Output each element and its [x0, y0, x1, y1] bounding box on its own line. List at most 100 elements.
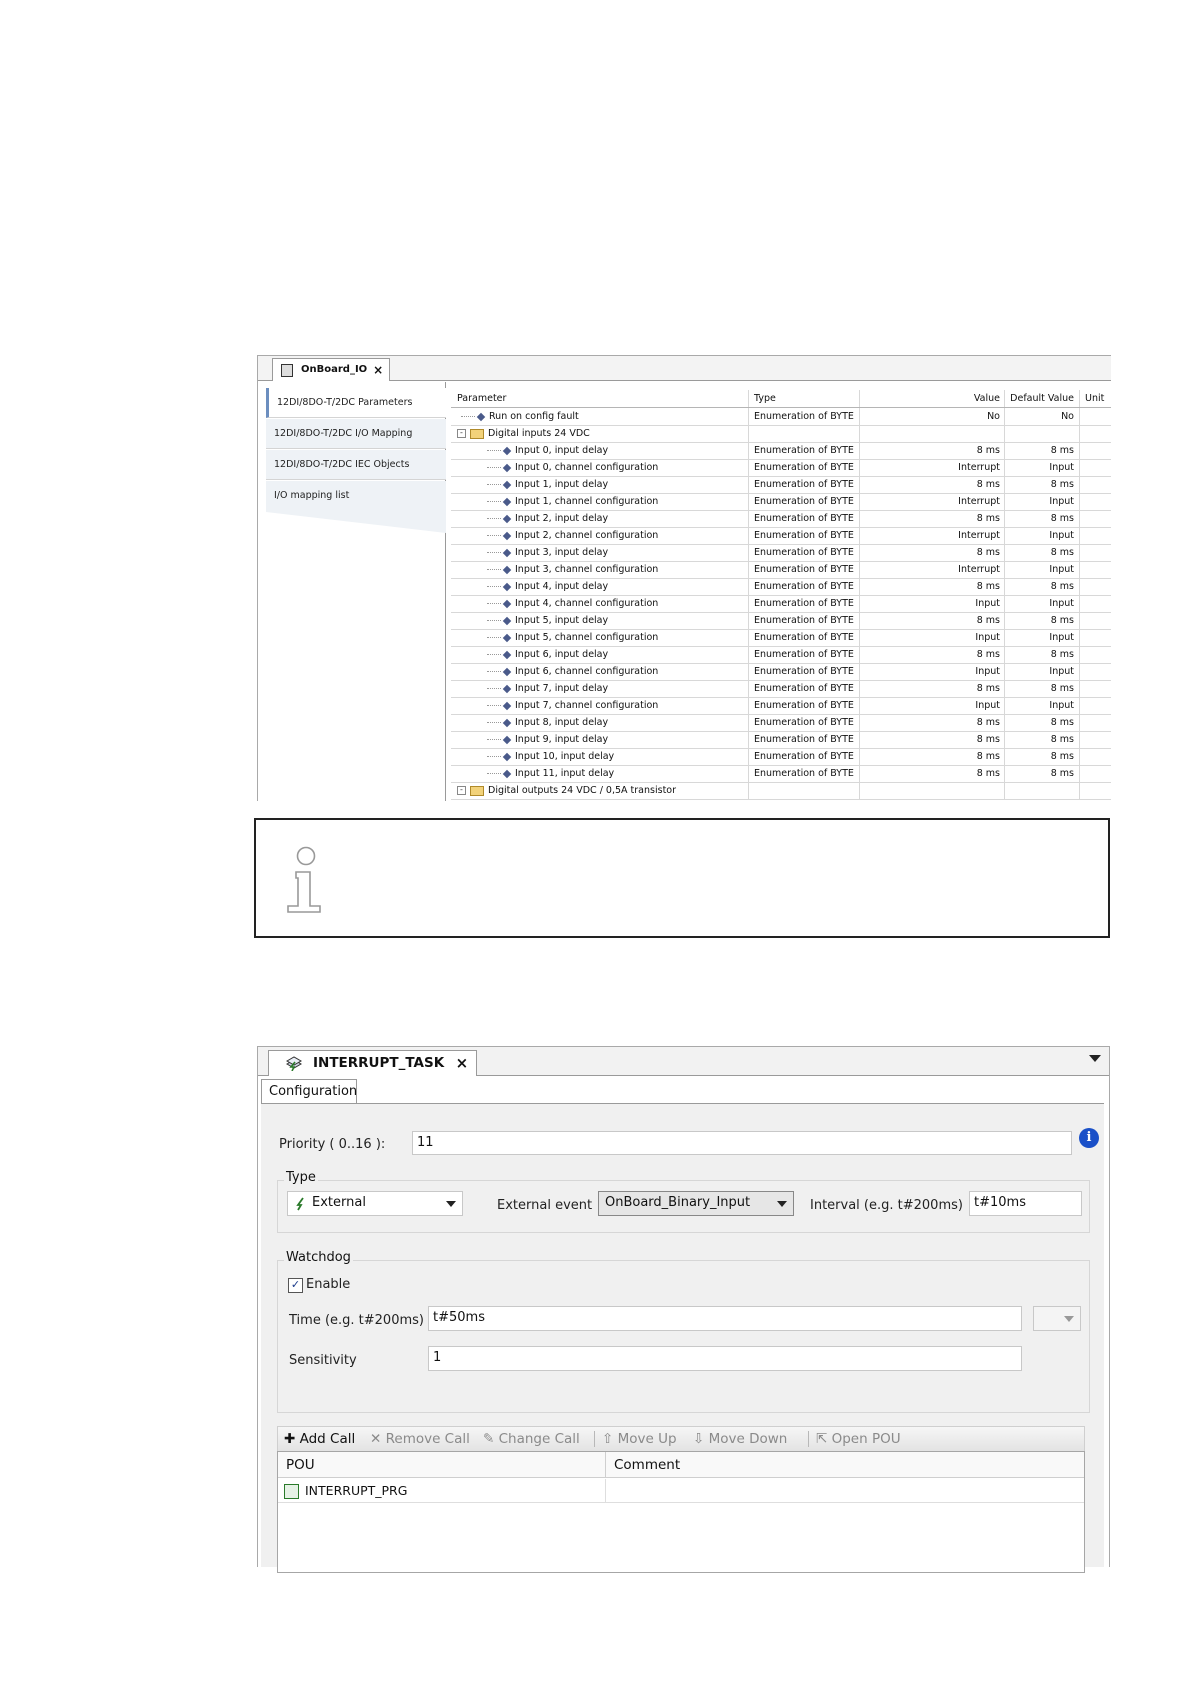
sensitivity-input[interactable]: 1: [428, 1346, 1022, 1371]
cell-value[interactable]: [861, 782, 1005, 799]
tree-connector: [487, 688, 501, 689]
cell-value[interactable]: 8 ms: [861, 748, 1005, 765]
cell-value[interactable]: 8 ms: [861, 510, 1005, 527]
column-header-type[interactable]: Type: [750, 390, 860, 407]
table-row[interactable]: Input 0, channel configuration Enumeratio…: [451, 459, 1111, 477]
collapse-icon[interactable]: -: [457, 429, 466, 438]
type-select-value: External: [312, 1195, 366, 1210]
cell-value[interactable]: 8 ms: [861, 646, 1005, 663]
table-row[interactable]: Input 7, channel configuration Enumeratio…: [451, 697, 1111, 715]
tab-configuration[interactable]: Configuration: [261, 1079, 357, 1103]
cell-value[interactable]: Input: [861, 697, 1005, 714]
cell-value[interactable]: Interrupt: [861, 561, 1005, 578]
cell-value[interactable]: 8 ms: [861, 442, 1005, 459]
column-header-pou[interactable]: POU: [278, 1452, 606, 1478]
cell-value[interactable]: 8 ms: [861, 544, 1005, 561]
cell-value[interactable]: 8 ms: [861, 765, 1005, 782]
interval-input[interactable]: t#10ms: [969, 1191, 1082, 1216]
column-header-value[interactable]: Value: [861, 390, 1005, 407]
table-row[interactable]: Input 10, input delay Enumeration of BYTE…: [451, 748, 1111, 766]
cell-value[interactable]: 8 ms: [861, 680, 1005, 697]
table-row[interactable]: Input 6, channel configuration Enumeratio…: [451, 663, 1111, 681]
table-row[interactable]: Input 4, input delay Enumeration of BYTE 8…: [451, 578, 1111, 596]
parameter-icon: [502, 480, 512, 489]
cell-parameter: Input 4, input delay: [451, 578, 749, 595]
enable-checkbox[interactable]: ✓: [288, 1278, 303, 1293]
cell-value[interactable]: Interrupt: [861, 493, 1005, 510]
sidebar-item-label: 12DI/8DO-T/2DC I/O Mapping: [274, 428, 413, 439]
cell-value[interactable]: Input: [861, 663, 1005, 680]
info-button-icon[interactable]: i: [1079, 1128, 1099, 1148]
cell-value[interactable]: 8 ms: [861, 612, 1005, 629]
cell-value[interactable]: Interrupt: [861, 527, 1005, 544]
table-row[interactable]: Run on config fault Enumeration of BYTE No…: [451, 408, 1111, 426]
cell-default-value: 8 ms: [1006, 578, 1080, 595]
move-down-button[interactable]: ⇩ Move Down: [693, 1427, 787, 1451]
priority-input[interactable]: 11: [412, 1131, 1072, 1155]
external-event-select[interactable]: OnBoard_Binary_Input: [598, 1191, 794, 1216]
tab-menu-chevron-down-icon[interactable]: [1089, 1055, 1101, 1062]
cell-value[interactable]: 8 ms: [861, 714, 1005, 731]
parameter-icon: [502, 735, 512, 744]
table-row[interactable]: Input 2, channel configuration Enumeratio…: [451, 527, 1111, 545]
cell-default-value: 8 ms: [1006, 544, 1080, 561]
column-header-comment[interactable]: Comment: [606, 1452, 1084, 1478]
cell-value[interactable]: 8 ms: [861, 578, 1005, 595]
grid-header: Parameter Type Value Default Value Unit: [451, 390, 1111, 408]
table-row[interactable]: Input 3, input delay Enumeration of BYTE 8…: [451, 544, 1111, 562]
sidebar-item-parameters[interactable]: 12DI/8DO-T/2DC Parameters: [266, 388, 446, 418]
table-row[interactable]: Input 9, input delay Enumeration of BYTE 8…: [451, 731, 1111, 749]
table-row[interactable]: Input 11, input delay Enumeration of BYTE…: [451, 765, 1111, 783]
remove-call-button[interactable]: ✕ Remove Call: [370, 1427, 470, 1451]
time-unit-select[interactable]: [1033, 1306, 1081, 1331]
info-note-box: [254, 818, 1110, 938]
table-row[interactable]: Input 1, input delay Enumeration of BYTE 8…: [451, 476, 1111, 494]
cell-default-value: Input: [1006, 459, 1080, 476]
cell-type: Enumeration of BYTE: [750, 697, 860, 714]
cell-value[interactable]: No: [861, 408, 1005, 425]
table-row[interactable]: Input 1, channel configuration Enumeratio…: [451, 493, 1111, 511]
table-row[interactable]: Input 2, input delay Enumeration of BYTE 8…: [451, 510, 1111, 528]
table-row[interactable]: Input 4, channel configuration Enumeratio…: [451, 595, 1111, 613]
cell-value[interactable]: 8 ms: [861, 476, 1005, 493]
column-header-parameter[interactable]: Parameter: [451, 390, 749, 407]
table-row[interactable]: - Digital inputs 24 VDC: [451, 425, 1111, 443]
table-row[interactable]: Input 3, channel configuration Enumeratio…: [451, 561, 1111, 579]
tree-connector: [487, 637, 501, 638]
cell-value[interactable]: 8 ms: [861, 731, 1005, 748]
tab-interrupt-task[interactable]: INTERRUPT_TASK ×: [268, 1050, 478, 1076]
table-row[interactable]: Input 8, input delay Enumeration of BYTE 8…: [451, 714, 1111, 732]
time-input[interactable]: t#50ms: [428, 1306, 1022, 1331]
parameter-icon: [502, 565, 512, 574]
table-row[interactable]: INTERRUPT_PRG: [278, 1479, 606, 1503]
cell-value[interactable]: Input: [861, 629, 1005, 646]
close-icon[interactable]: ×: [373, 359, 383, 381]
enable-label: Enable: [306, 1277, 351, 1292]
table-row[interactable]: Input 5, channel configuration Enumeratio…: [451, 629, 1111, 647]
close-icon[interactable]: ×: [456, 1051, 469, 1076]
table-row[interactable]: Input 7, input delay Enumeration of BYTE 8…: [451, 680, 1111, 698]
move-up-button[interactable]: ⇧ Move Up: [602, 1427, 677, 1451]
cell-value[interactable]: [861, 425, 1005, 442]
table-row[interactable]: Input 5, input delay Enumeration of BYTE 8…: [451, 612, 1111, 630]
cell-default-value: Input: [1006, 697, 1080, 714]
open-pou-button[interactable]: ⇱ Open POU: [816, 1427, 901, 1451]
column-header-default-value[interactable]: Default Value: [1006, 390, 1080, 407]
table-row[interactable]: - Digital outputs 24 VDC / 0,5A transisto…: [451, 782, 1111, 800]
table-row[interactable]: Input 0, input delay Enumeration of BYTE 8…: [451, 442, 1111, 460]
cell-value[interactable]: Interrupt: [861, 459, 1005, 476]
sidebar-item-io-mapping[interactable]: 12DI/8DO-T/2DC I/O Mapping: [266, 419, 446, 449]
type-select[interactable]: External: [287, 1191, 463, 1216]
table-cell-comment[interactable]: [606, 1479, 1084, 1503]
parameter-name: Input 7, input delay: [515, 683, 609, 694]
add-call-button[interactable]: ✚ Add Call: [284, 1427, 355, 1451]
cell-value[interactable]: Input: [861, 595, 1005, 612]
table-row[interactable]: Input 6, input delay Enumeration of BYTE 8…: [451, 646, 1111, 664]
cell-default-value: 8 ms: [1006, 612, 1080, 629]
tab-onboard-io[interactable]: OnBoard_IO ×: [272, 358, 391, 381]
column-header-unit[interactable]: Unit: [1081, 390, 1111, 407]
collapse-icon[interactable]: -: [457, 786, 466, 795]
sidebar-item-iec-objects[interactable]: 12DI/8DO-T/2DC IEC Objects: [266, 450, 446, 480]
info-icon: [287, 846, 321, 913]
change-call-button[interactable]: ✎ Change Call: [483, 1427, 580, 1451]
